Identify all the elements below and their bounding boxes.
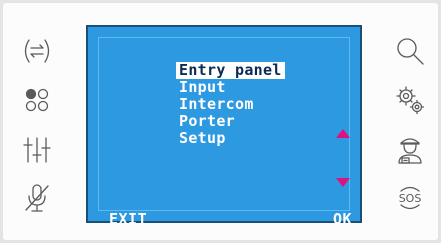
camera-toggle-icon[interactable]	[20, 83, 54, 117]
settings-sliders-icon[interactable]	[20, 133, 54, 167]
scroll-down-arrow-icon[interactable]	[336, 178, 350, 187]
mic-mute-icon[interactable]	[20, 181, 54, 215]
intercom-transfer-icon[interactable]	[20, 34, 54, 68]
search-icon[interactable]	[393, 34, 427, 68]
scroll-up-arrow-icon[interactable]	[336, 129, 350, 138]
settings-gears-icon[interactable]	[393, 83, 427, 117]
menu-list: Entry panel Input Intercom Porter Setup	[176, 62, 285, 147]
exit-button[interactable]: EXIT	[109, 210, 147, 228]
menu-item-intercom[interactable]: Intercom	[176, 96, 285, 113]
menu-item-porter[interactable]: Porter	[176, 113, 285, 130]
porter-icon[interactable]	[393, 133, 427, 167]
device-panel: SOS Entry panel Input Intercom Porter Se…	[3, 3, 438, 240]
display-screen: Entry panel Input Intercom Porter Setup	[86, 25, 362, 223]
menu-item-setup[interactable]: Setup	[176, 130, 285, 147]
sos-label: SOS	[399, 192, 422, 205]
menu-item-input[interactable]: Input	[176, 79, 285, 96]
menu-item-entry-panel[interactable]: Entry panel	[176, 62, 285, 79]
sos-icon[interactable]: SOS	[393, 181, 427, 215]
ok-button[interactable]: OK	[333, 210, 352, 228]
